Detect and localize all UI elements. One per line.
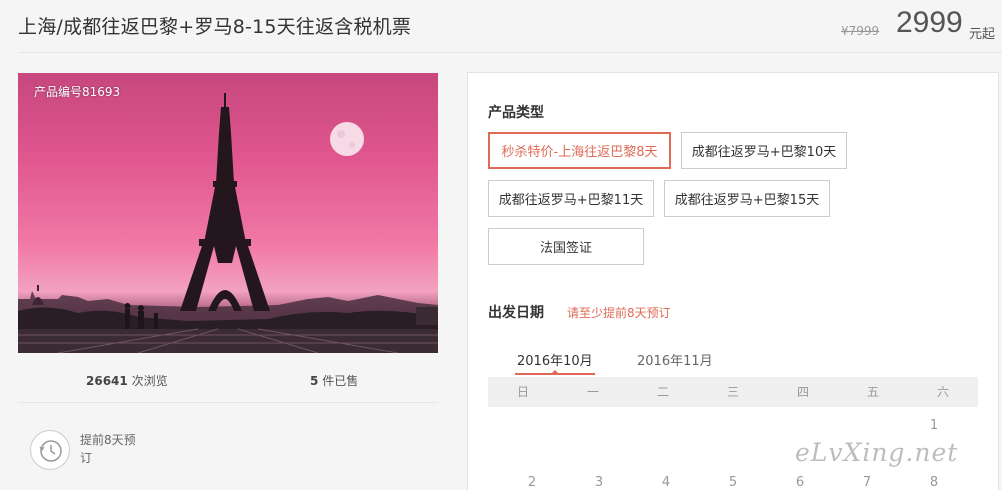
calendar-day[interactable]: 6 <box>785 475 815 490</box>
product-option-5[interactable]: 法国签证 <box>488 228 644 265</box>
month-tab-oct[interactable]: 2016年10月 <box>517 350 593 369</box>
calendar-day[interactable]: 5 <box>718 475 748 490</box>
views-label: 次浏览 <box>131 374 168 388</box>
product-number: 产品编号81693 <box>34 85 121 99</box>
moon <box>330 122 364 156</box>
original-price: ¥7999 <box>841 24 880 38</box>
product-option-3[interactable]: 成都往返罗马+巴黎11天 <box>488 180 654 217</box>
views-count: 26641 <box>86 374 128 388</box>
calendar-day[interactable]: 8 <box>919 475 949 490</box>
advance-booking-note: 提前8天预订 <box>80 433 136 465</box>
weekday-mon: 一 <box>586 385 599 399</box>
clock-icon <box>30 430 70 470</box>
weekday-wed: 三 <box>726 385 739 399</box>
weekday-sun: 日 <box>516 385 529 399</box>
weekday-fri: 五 <box>866 385 879 399</box>
page-title: 上海/成都往返巴黎+罗马8-15天往返含税机票 <box>18 16 412 38</box>
month-caret-icon <box>551 370 559 374</box>
advance-hint: 请至少提前8天预订 <box>567 306 671 320</box>
current-price: 2999 <box>896 6 963 39</box>
sold-stat: 5 件已售 <box>310 372 358 389</box>
eiffel-tower <box>180 93 270 311</box>
calendar-weekday-header: 日 一 二 三 四 五 六 <box>488 377 978 407</box>
sold-count: 5 <box>310 374 319 388</box>
calendar-day[interactable]: 7 <box>852 475 882 490</box>
product-option-2[interactable]: 成都往返罗马+巴黎10天 <box>681 132 847 169</box>
stats-divider <box>18 402 438 403</box>
calendar-day[interactable]: 2 <box>517 475 547 490</box>
header-divider <box>18 52 1002 53</box>
departure-date-title: 出发日期 <box>488 305 544 321</box>
calendar-day[interactable]: 3 <box>584 475 614 490</box>
product-option-1[interactable]: 秒杀特价-上海往返巴黎8天 <box>488 132 671 169</box>
sold-label: 件已售 <box>322 374 359 388</box>
eiffel-tower-image <box>18 93 438 353</box>
product-photo: 产品编号81693 <box>18 73 438 353</box>
product-type-title: 产品类型 <box>488 105 544 121</box>
site-watermark: eLvXing.net <box>795 438 959 467</box>
weekday-thu: 四 <box>796 385 809 399</box>
weekday-tue: 二 <box>656 385 669 399</box>
views-stat: 26641 次浏览 <box>86 372 168 389</box>
month-tab-nov[interactable]: 2016年11月 <box>637 350 713 369</box>
weekday-sat: 六 <box>936 385 949 399</box>
price-unit: 元起 <box>969 27 996 42</box>
calendar-day[interactable]: 1 <box>919 418 949 433</box>
product-option-4[interactable]: 成都往返罗马+巴黎15天 <box>664 180 830 217</box>
calendar-day[interactable]: 4 <box>651 475 681 490</box>
booking-panel: 产品类型 秒杀特价-上海往返巴黎8天 成都往返罗马+巴黎10天 成都往返罗马+巴… <box>467 72 999 490</box>
